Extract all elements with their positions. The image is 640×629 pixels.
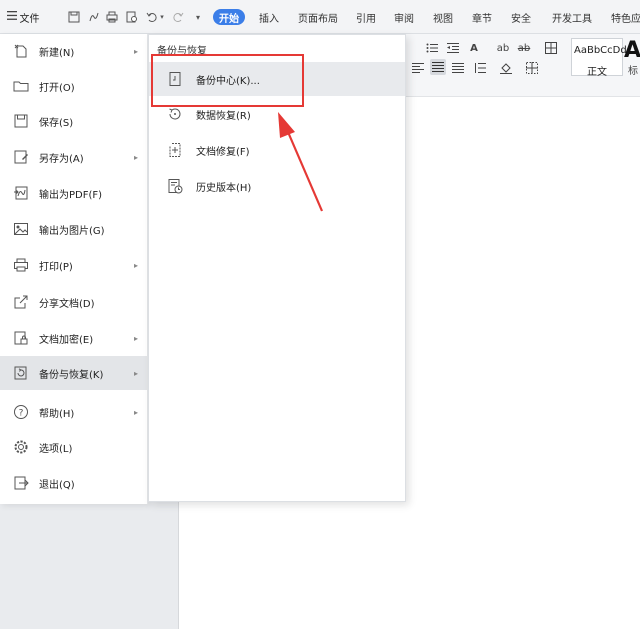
menu-item-label: 输出为图片(G) xyxy=(39,225,105,237)
menu-item-new[interactable]: 新建(N) ▸ xyxy=(0,34,148,68)
decrease-indent-icon[interactable] xyxy=(445,40,461,56)
lock-doc-icon xyxy=(12,329,30,347)
menu-item-options[interactable]: 选项(L) xyxy=(0,430,148,464)
doc-repair-icon xyxy=(166,141,184,159)
style-normal-label: 正文 xyxy=(587,67,607,78)
chevron-right-icon: ▸ xyxy=(133,152,138,162)
exit-icon xyxy=(12,474,30,492)
tab-insert[interactable]: 插入 xyxy=(259,9,279,25)
image-icon xyxy=(12,220,30,238)
gear-icon xyxy=(12,438,30,456)
file-menu-button[interactable]: 文件 xyxy=(2,7,44,27)
backup-icon xyxy=(12,364,30,382)
print-preview-icon[interactable] xyxy=(124,7,140,27)
print-icon[interactable] xyxy=(104,7,120,27)
tab-view[interactable]: 视图 xyxy=(433,9,453,25)
menu-item-save-as[interactable]: 另存为(A) ▸ xyxy=(0,140,148,174)
menu-item-print[interactable]: 打印(P) ▸ xyxy=(0,248,148,282)
table-icon[interactable] xyxy=(543,40,559,56)
data-recovery-icon xyxy=(166,105,184,123)
menu-item-export-pdf[interactable]: 输出为PDF(F) xyxy=(0,176,148,210)
backup-center-icon xyxy=(166,70,184,88)
text-effect-icon[interactable]: A xyxy=(466,40,482,56)
tab-sections[interactable]: 章节 xyxy=(472,9,492,25)
undo-dropdown-icon[interactable]: ▾ xyxy=(158,7,166,27)
menu-item-exit[interactable]: 退出(Q) xyxy=(0,466,148,500)
ribbon-tab-bar: 文件 ▾ ▾ 开始 插入 页面布局 引用 审阅 视图 章节 安全 开发工具 特色… xyxy=(0,0,640,34)
submenu-item-label: 数据恢复(R) xyxy=(196,111,251,122)
menu-item-label: 打开(O) xyxy=(39,82,75,94)
shading-icon[interactable] xyxy=(498,60,514,76)
border-icon[interactable] xyxy=(524,60,540,76)
style-heading-sample[interactable]: Aa xyxy=(624,38,640,63)
save-as-icon xyxy=(12,148,30,166)
align-left-icon[interactable] xyxy=(410,60,426,76)
menu-item-label: 新建(N) xyxy=(39,47,75,59)
hamburger-icon xyxy=(6,11,17,23)
submenu-title: 备份与恢复 xyxy=(157,46,207,57)
menu-item-label: 文档加密(E) xyxy=(39,334,94,346)
chevron-right-icon: ▸ xyxy=(133,260,138,270)
phonetic-icon[interactable]: ab xyxy=(495,40,511,56)
tab-references[interactable]: 引用 xyxy=(356,9,376,25)
menu-item-label: 分享文档(D) xyxy=(39,298,95,310)
bullets-icon[interactable] xyxy=(424,40,440,56)
chevron-right-icon: ▸ xyxy=(133,407,138,417)
tab-review[interactable]: 审阅 xyxy=(394,9,414,25)
tab-home[interactable]: 开始 xyxy=(213,9,245,25)
style-sample-text: AaBbCcDd xyxy=(574,45,627,56)
strikethrough-icon[interactable]: ab xyxy=(516,40,532,56)
pdf-export-icon[interactable] xyxy=(86,7,102,27)
menu-item-share[interactable]: 分享文档(D) xyxy=(0,285,148,319)
style-heading-label: 标 xyxy=(628,66,638,77)
submenu-item-label: 历史版本(H) xyxy=(196,183,252,194)
chevron-right-icon: ▸ xyxy=(133,333,138,343)
line-spacing-icon[interactable] xyxy=(472,60,488,76)
customize-toolbar-icon[interactable]: ▾ xyxy=(190,7,206,27)
help-icon: ? xyxy=(12,403,30,421)
menu-item-export-image[interactable]: 输出为图片(G) xyxy=(0,212,148,246)
print-icon xyxy=(12,256,30,274)
svg-text:?: ? xyxy=(19,409,24,419)
file-menu-label: 文件 xyxy=(19,13,40,25)
menu-item-label: 打印(P) xyxy=(39,261,73,273)
menu-item-encrypt[interactable]: 文档加密(E) ▸ xyxy=(0,321,148,355)
share-icon xyxy=(12,293,30,311)
menu-item-label: 输出为PDF(F) xyxy=(39,189,103,201)
submenu-item-label: 文档修复(F) xyxy=(196,147,250,158)
folder-icon xyxy=(12,77,30,95)
align-justify-icon[interactable] xyxy=(430,59,446,75)
tab-developer[interactable]: 开发工具 xyxy=(552,9,592,25)
chevron-right-icon: ▸ xyxy=(133,46,138,56)
submenu-item-doc-repair[interactable]: 文档修复(F) xyxy=(149,133,405,167)
menu-item-help[interactable]: ? 帮助(H) ▸ xyxy=(0,395,148,429)
menu-item-open[interactable]: 打开(O) xyxy=(0,69,148,103)
tab-page-layout[interactable]: 页面布局 xyxy=(298,9,338,25)
new-doc-icon xyxy=(12,42,30,60)
menu-item-label: 保存(S) xyxy=(39,117,74,129)
tab-features[interactable]: 特色应 xyxy=(611,9,640,25)
style-normal[interactable]: AaBbCcDd 正文 xyxy=(571,38,627,78)
submenu-item-label: 备份中心(K)... xyxy=(196,76,260,87)
menu-item-label: 另存为(A) xyxy=(39,153,84,165)
save-icon[interactable] xyxy=(66,7,82,27)
redo-icon[interactable] xyxy=(170,7,186,27)
distributed-align-icon[interactable] xyxy=(450,60,466,76)
menu-item-label: 帮助(H) xyxy=(39,408,75,420)
menu-item-label: 选项(L) xyxy=(39,443,73,455)
chevron-right-icon: ▸ xyxy=(133,368,138,378)
submenu-item-history-version[interactable]: 历史版本(H) xyxy=(149,169,405,203)
menu-item-backup-restore[interactable]: 备份与恢复(K) ▸ xyxy=(0,356,148,390)
pdf-icon xyxy=(12,184,30,202)
menu-item-label: 备份与恢复(K) xyxy=(39,369,104,381)
menu-item-save[interactable]: 保存(S) xyxy=(0,104,148,138)
submenu-item-data-recovery[interactable]: 数据恢复(R) xyxy=(149,97,405,131)
menu-item-label: 退出(Q) xyxy=(39,479,75,491)
tab-security[interactable]: 安全 xyxy=(511,9,531,25)
history-version-icon xyxy=(166,177,184,195)
save-icon xyxy=(12,112,30,130)
submenu-item-backup-center[interactable]: 备份中心(K)... xyxy=(149,62,405,96)
